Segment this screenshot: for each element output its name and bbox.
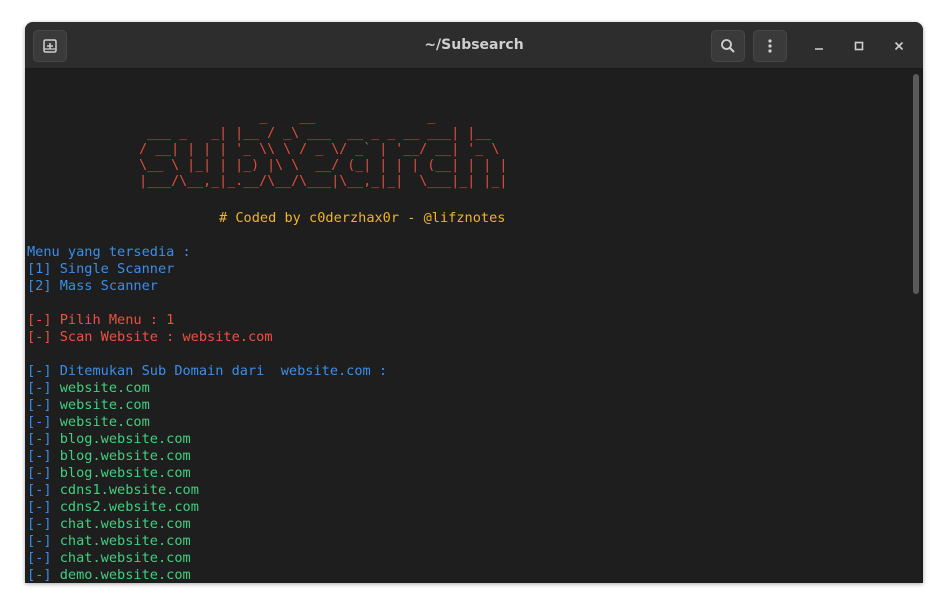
ascii-line: \__ \ |_| | |_) |\ \ __/ (_| | | | (__| … [27, 158, 508, 173]
result-row: [-] website.com [27, 397, 505, 414]
result-domain: chat.website.com [59, 516, 191, 532]
maximize-button[interactable] [847, 34, 871, 58]
result-row: [-] chat.website.com [27, 550, 505, 567]
result-row: [-] chat.website.com [27, 533, 505, 550]
minimize-button[interactable] [807, 34, 831, 58]
result-bracket: [-] [27, 380, 52, 396]
result-bracket: [-] [27, 550, 52, 566]
result-row: [-] chat.website.com [27, 516, 505, 533]
search-icon [721, 39, 735, 53]
result-domain: cdns2.website.com [59, 499, 199, 515]
ascii-line: |___/\__,_|_.__/\__/\___|\__,_|_| \___|_… [27, 174, 508, 189]
kebab-menu-icon [768, 39, 772, 53]
close-button[interactable] [887, 34, 911, 58]
result-bracket: [-] [27, 499, 52, 515]
result-bracket: [-] [27, 431, 52, 447]
result-domain: website.com [59, 397, 150, 413]
scrollbar[interactable] [911, 72, 921, 583]
credit-line: # Coded by c0derzhax0r - @lifznotes [27, 210, 505, 227]
result-list: [-] website.com [-] website.com [-] websit… [27, 380, 505, 583]
ascii-banner: _ __ _ ___ _ _| |__ / _\ ___ __ _ _ __ _… [27, 110, 507, 190]
result-domain: chat.website.com [59, 533, 191, 549]
prompt-scan-website: [-] Scan Website : website.com [27, 329, 273, 345]
result-bracket: [-] [27, 465, 52, 481]
result-row: [-] blog.website.com [27, 465, 505, 482]
ascii-line: / __| | | | '_ \\ \ / _ \/ _` | '__/ __|… [27, 142, 508, 157]
menu-button[interactable] [753, 30, 787, 62]
result-domain: blog.website.com [59, 465, 191, 481]
menu-item-mass: [2] Mass Scanner [27, 278, 158, 294]
result-domain: chat.website.com [59, 550, 191, 566]
new-tab-icon [43, 39, 57, 53]
result-row: [-] blog.website.com [27, 448, 505, 465]
terminal-lines: # Coded by c0derzhax0r - @lifznotes Menu… [27, 210, 505, 583]
result-row: [-] demo.website.com [27, 567, 505, 583]
result-bracket: [-] [27, 482, 52, 498]
result-domain: demo.website.com [59, 567, 191, 583]
maximize-icon [854, 41, 864, 51]
result-bracket: [-] [27, 533, 52, 549]
result-row: [-] cdns1.website.com [27, 482, 505, 499]
result-domain: website.com [59, 380, 150, 396]
result-bracket: [-] [27, 567, 52, 583]
result-bracket: [-] [27, 414, 52, 430]
result-domain: cdns1.website.com [59, 482, 199, 498]
search-button[interactable] [711, 30, 745, 62]
result-row: [-] blog.website.com [27, 431, 505, 448]
window-title: ~/Subsearch [424, 37, 524, 53]
terminal-output[interactable]: _ __ _ ___ _ _| |__ / _\ ___ __ _ _ __ _… [27, 72, 907, 583]
ascii-line: _ __ _ [27, 110, 484, 125]
result-bracket: [-] [27, 516, 52, 532]
close-icon [894, 41, 904, 51]
scrollbar-thumb[interactable] [913, 74, 919, 294]
credit-text: # Coded by c0derzhax0r - @lifznotes [219, 210, 506, 226]
prompt-pilih-menu: [-] Pilih Menu : 1 [27, 312, 175, 328]
result-row: [-] cdns2.website.com [27, 499, 505, 516]
result-row: [-] website.com [27, 380, 505, 397]
result-domain: website.com [59, 414, 150, 430]
new-tab-button[interactable] [33, 30, 67, 62]
menu-header: Menu yang tersedia : [27, 244, 191, 260]
terminal-window: ~/Subsearch _ __ _ ___ _ _| |__ / _\ ___… [25, 22, 923, 583]
results-header: [-] Ditemukan Sub Domain dari website.co… [27, 363, 388, 379]
result-bracket: [-] [27, 397, 52, 413]
minimize-icon [815, 48, 823, 50]
menu-item-single: [1] Single Scanner [27, 261, 175, 277]
result-domain: blog.website.com [59, 431, 191, 447]
ascii-line: ___ _ _| |__ / _\ ___ __ _ _ __ ___| |__ [27, 126, 508, 141]
result-domain: blog.website.com [59, 448, 191, 464]
title-bar: ~/Subsearch [25, 22, 923, 69]
result-bracket: [-] [27, 448, 52, 464]
result-row: [-] website.com [27, 414, 505, 431]
